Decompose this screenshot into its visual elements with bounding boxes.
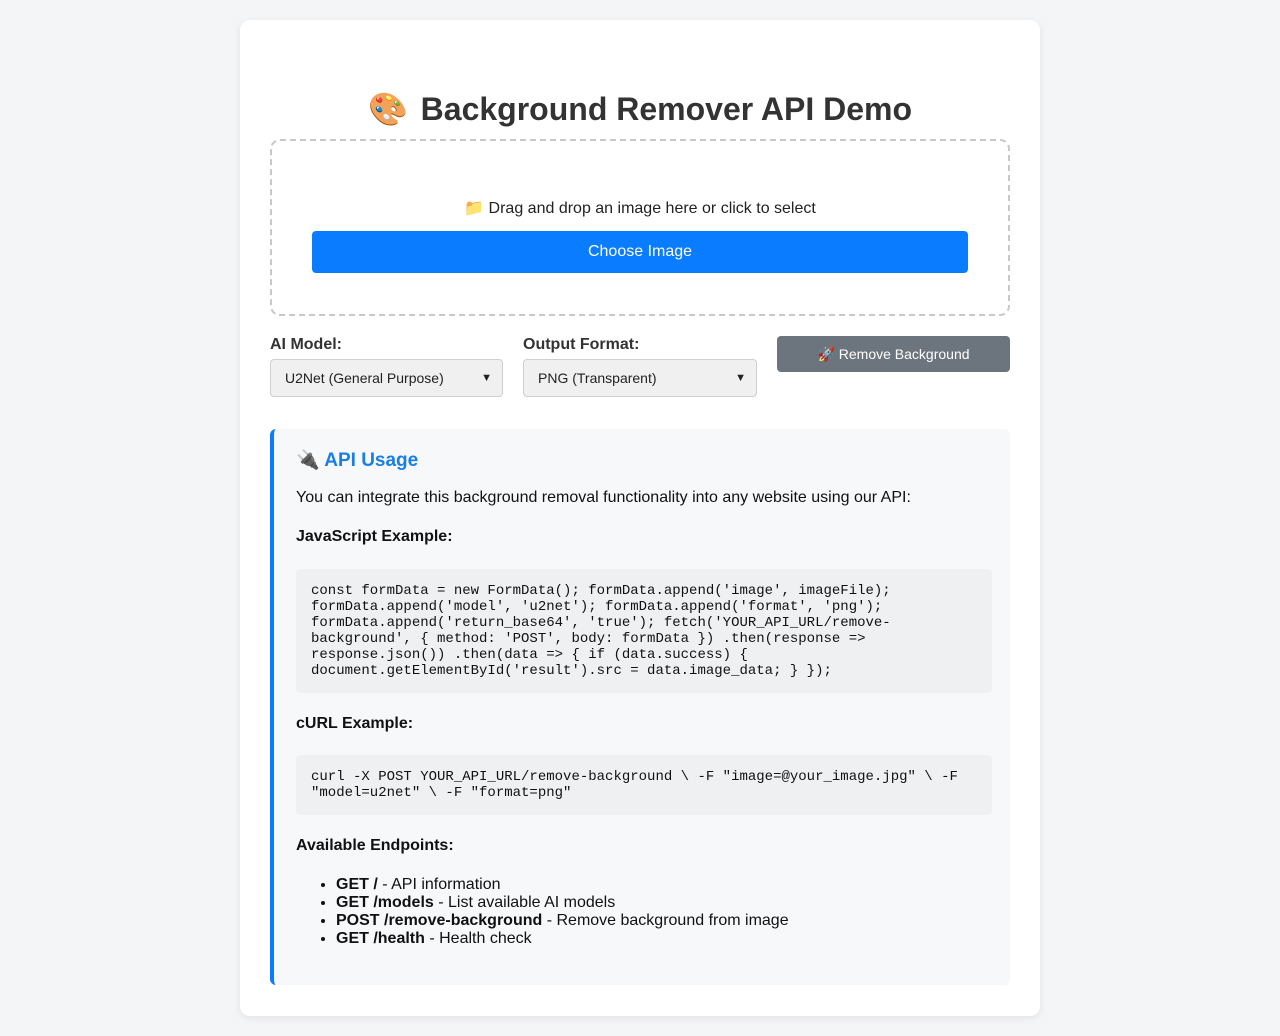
endpoint-route: GET /models [336, 894, 434, 911]
chevron-down-icon: ▼ [735, 372, 746, 384]
page-title: 🎨 Background Remover API Demo [240, 90, 1040, 128]
api-usage-panel: 🔌 API Usage You can integrate this backg… [270, 429, 1010, 985]
chevron-down-icon: ▼ [481, 372, 492, 384]
list-item: GET /health - Health check [336, 930, 789, 948]
image-dropzone[interactable]: 📁 Drag and drop an image here or click t… [270, 139, 1010, 316]
list-item: GET / - API information [336, 876, 789, 894]
curl-example-heading: cURL Example: [296, 715, 414, 732]
endpoint-desc: - Remove background from image [542, 912, 789, 929]
endpoint-route: POST /remove-background [336, 912, 543, 929]
format-select[interactable]: PNG (Transparent) ▼ [523, 359, 757, 397]
model-select[interactable]: U2Net (General Purpose) ▼ [270, 359, 503, 397]
list-item: GET /models - List available AI models [336, 894, 789, 912]
folder-icon: 📁 [464, 200, 485, 217]
endpoint-route: GET / [336, 876, 378, 893]
endpoint-desc: - Health check [424, 930, 532, 947]
rocket-icon: 🚀 [817, 346, 835, 362]
dropzone-hint-text: Drag and drop an image here or click to … [488, 200, 816, 217]
js-example-heading: JavaScript Example: [296, 528, 453, 545]
model-select-value: U2Net (General Purpose) [285, 370, 444, 386]
api-usage-title-text: API Usage [324, 450, 419, 471]
endpoints-list: GET / - API information GET /models - Li… [296, 876, 789, 948]
endpoints-heading: Available Endpoints: [296, 837, 454, 854]
endpoint-desc: - List available AI models [433, 894, 616, 911]
plug-icon: 🔌 [296, 450, 320, 471]
endpoint-route: GET /health [336, 930, 425, 947]
format-label: Output Format: [523, 336, 640, 353]
api-usage-title: 🔌 API Usage [296, 448, 418, 472]
format-select-value: PNG (Transparent) [538, 370, 657, 386]
palette-icon: 🎨 [367, 91, 408, 127]
api-intro: You can integrate this background remova… [296, 489, 911, 506]
endpoint-desc: - API information [377, 876, 501, 893]
remove-background-label: Remove Background [838, 346, 970, 362]
page-title-text: Background Remover API Demo [420, 91, 913, 127]
model-label: AI Model: [270, 336, 342, 353]
choose-image-button[interactable]: Choose Image [312, 231, 968, 273]
curl-code-block: curl -X POST YOUR_API_URL/remove-backgro… [296, 755, 992, 815]
list-item: POST /remove-background - Remove backgro… [336, 912, 789, 930]
js-code-block: const formData = new FormData(); formDat… [296, 569, 992, 693]
dropzone-hint: 📁 Drag and drop an image here or click t… [272, 198, 1008, 218]
main-card: 🎨 Background Remover API Demo 📁 Drag and… [240, 20, 1040, 1016]
remove-background-button[interactable]: 🚀 Remove Background [777, 336, 1010, 372]
